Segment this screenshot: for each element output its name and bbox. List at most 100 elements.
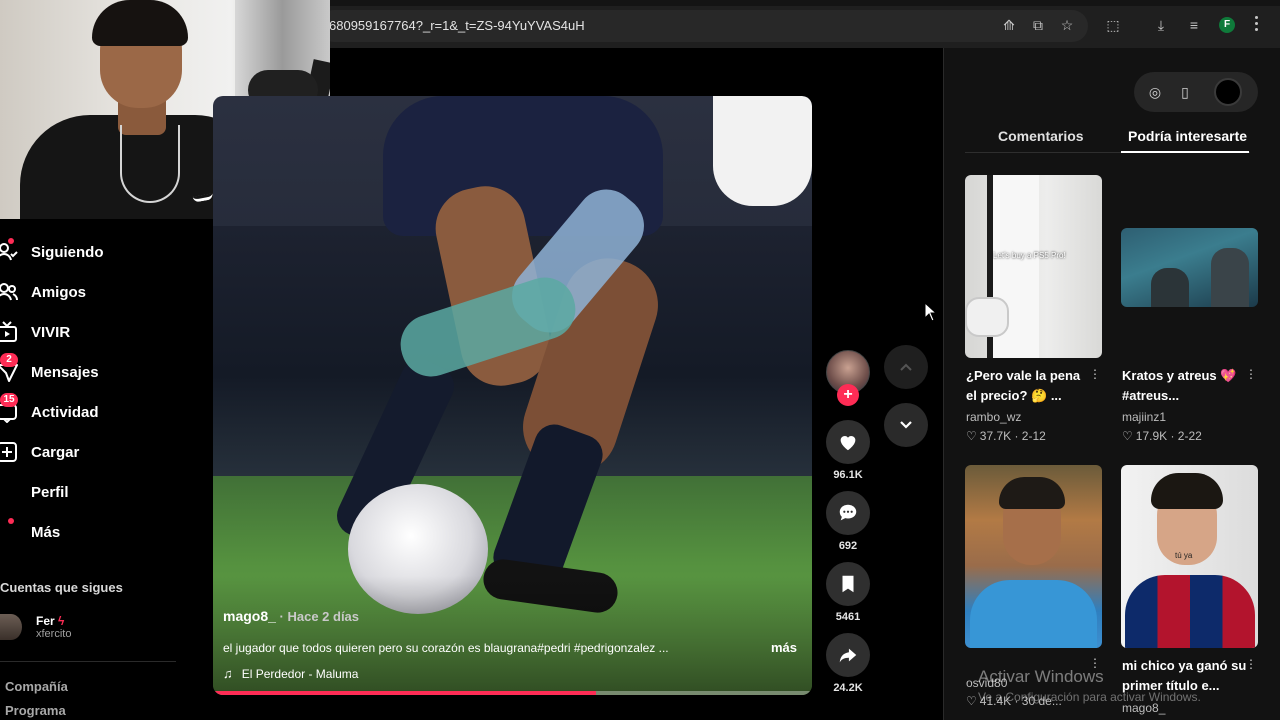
comment-button[interactable]	[826, 491, 870, 535]
sidebar-item-messages[interactable]: 2 Mensajes	[0, 353, 99, 386]
bookmark-icon	[842, 575, 854, 593]
video-progress-fill	[213, 691, 597, 695]
card-menu-icon[interactable]: ⋮	[1245, 657, 1257, 671]
save-button[interactable]	[826, 562, 870, 606]
video-card-title[interactable]: ¿Pero vale la pena el precio? 🤔 ...	[966, 366, 1092, 406]
sidebar-item-label: Actividad	[31, 403, 99, 421]
video-thumbnail[interactable]	[1121, 228, 1258, 307]
thumbnail-caption: tú ya	[1175, 551, 1193, 560]
chevron-down-icon	[900, 421, 912, 429]
video-music[interactable]: ♫ El Perdedor - Maluma	[223, 666, 358, 681]
video-thumbnail[interactable]: tú ya	[1121, 465, 1258, 648]
sidebar-item-more[interactable]: Más	[0, 518, 60, 546]
extensions-icon[interactable]: ⬚	[1105, 17, 1121, 33]
sidebar-item-label: Siguiendo	[31, 243, 104, 261]
sidebar-item-upload[interactable]: Cargar	[0, 438, 79, 466]
profile-icon	[0, 481, 18, 503]
video-card-stats: ♡ 37.7K · 2-12	[966, 429, 1046, 443]
followed-account[interactable]: Fer ϟ xfercito	[0, 612, 71, 642]
heart-outline-icon: ♡	[966, 694, 977, 708]
share-button[interactable]	[826, 633, 870, 677]
followed-account-name: Fer ϟ	[36, 613, 65, 628]
video-card-title[interactable]: Kratos y atreus 💖 #atreus...	[1122, 366, 1248, 406]
video-thumbnail[interactable]	[965, 465, 1102, 648]
tab-you-may-like[interactable]: Podría interesarte	[1128, 128, 1247, 144]
sidebar-item-label: Amigos	[31, 283, 87, 301]
media-icon[interactable]: ≡	[1186, 17, 1202, 33]
profile-icon[interactable]: F	[1219, 17, 1235, 33]
previous-video-button[interactable]	[884, 345, 928, 389]
thumbnail-hair	[999, 477, 1065, 509]
music-note-icon: ♫	[223, 666, 233, 681]
mouse-cursor-icon	[924, 302, 938, 322]
friends-icon	[0, 281, 18, 303]
following-icon	[0, 238, 18, 263]
activity-badge: 15	[0, 393, 18, 407]
toggle-icon[interactable]	[1214, 78, 1242, 106]
comment-icon	[839, 504, 857, 521]
video-card-user[interactable]: majiinz1	[1122, 410, 1166, 424]
notification-dot	[8, 238, 14, 244]
live-icon	[0, 321, 18, 343]
video-card-user[interactable]: rambo_wz	[966, 410, 1021, 424]
sidebar-item-live[interactable]: VIVIR	[0, 318, 70, 346]
sidebar-item-following[interactable]: Siguiendo	[0, 238, 104, 266]
video-thumbnail[interactable]: Let's buy a PS5 Pro!	[965, 175, 1102, 358]
card-menu-icon[interactable]: ⋮	[1089, 367, 1101, 381]
more-icon	[0, 518, 18, 543]
thumbnail-shirt	[970, 580, 1097, 648]
messages-icon: 2	[0, 353, 18, 383]
address-bar-url[interactable]: 680959167764?_r=1&_t=ZS-94YuYVAS4uH	[329, 18, 585, 33]
sidebar-item-profile[interactable]: Perfil	[0, 478, 69, 506]
like-count: 96.1K	[833, 469, 863, 481]
share-count: 24.2K	[833, 682, 863, 694]
video-player[interactable]: mago8_ · Hace 2 días el jugador que todo…	[213, 96, 812, 695]
compass-icon[interactable]: ◎	[1147, 84, 1163, 100]
download-icon[interactable]: ⤓	[1153, 17, 1169, 33]
thumbnail-figure	[1151, 268, 1189, 307]
sidebar-item-activity[interactable]: 15 Actividad	[0, 393, 99, 426]
thumbnail-shirt	[1125, 575, 1255, 648]
video-progress-bar[interactable]	[213, 691, 812, 695]
menu-icon[interactable]	[1255, 16, 1259, 34]
tab-active-indicator	[1121, 151, 1249, 153]
avatar	[0, 614, 22, 640]
left-sidebar: Siguiendo Amigos VIVIR 2 Mensajes 15 Act…	[0, 219, 200, 720]
next-video-button[interactable]	[884, 403, 928, 447]
heart-icon	[840, 436, 856, 451]
video-card-stats: ♡ 17.9K · 2-22	[1122, 429, 1202, 443]
video-more-link[interactable]: más	[771, 640, 797, 655]
phone-icon[interactable]: ▯	[1177, 84, 1193, 100]
share-icon	[839, 648, 857, 663]
video-frame-player-sock	[713, 96, 812, 206]
footer-link-program[interactable]: Programa	[5, 703, 66, 718]
install-icon[interactable]: ⧉	[1030, 17, 1046, 33]
divider	[0, 661, 176, 662]
sidebar-item-label: Más	[31, 523, 61, 541]
windows-activation-watermark: Activar Windows	[978, 667, 1104, 686]
sidebar-item-label: Mensajes	[31, 363, 99, 381]
messages-badge: 2	[0, 353, 18, 367]
following-section-title: Cuentas que sigues	[0, 580, 123, 595]
footer-link-company[interactable]: Compañía	[5, 679, 68, 694]
bookmark-star-icon[interactable]: ☆	[1059, 17, 1075, 33]
tab-comments[interactable]: Comentarios	[998, 128, 1084, 144]
thumbnail-figure	[1211, 248, 1249, 307]
windows-activation-hint: Ve a Configuración para activar Windows.	[978, 690, 1201, 704]
thumbnail-hair	[1151, 473, 1223, 509]
chevron-up-icon	[900, 363, 912, 371]
sidebar-item-friends[interactable]: Amigos	[0, 278, 86, 306]
thumbnail-controller	[965, 297, 1009, 337]
thumbnail-caption: Let's buy a PS5 Pro!	[993, 251, 1066, 260]
like-button[interactable]	[826, 420, 870, 464]
comment-count: 692	[838, 540, 858, 552]
card-menu-icon[interactable]: ⋮	[1245, 367, 1257, 381]
webcam-person-chain	[120, 125, 180, 203]
video-author[interactable]: mago8_ · Hace 2 días	[223, 608, 359, 624]
activity-icon: 15	[0, 393, 18, 424]
translate-icon[interactable]: ⟰	[1001, 17, 1017, 33]
video-time: · Hace 2 días	[275, 609, 360, 624]
follow-plus-icon[interactable]: +	[837, 384, 859, 406]
notification-dot	[8, 518, 14, 524]
video-music-title: El Perdedor - Maluma	[241, 666, 359, 681]
